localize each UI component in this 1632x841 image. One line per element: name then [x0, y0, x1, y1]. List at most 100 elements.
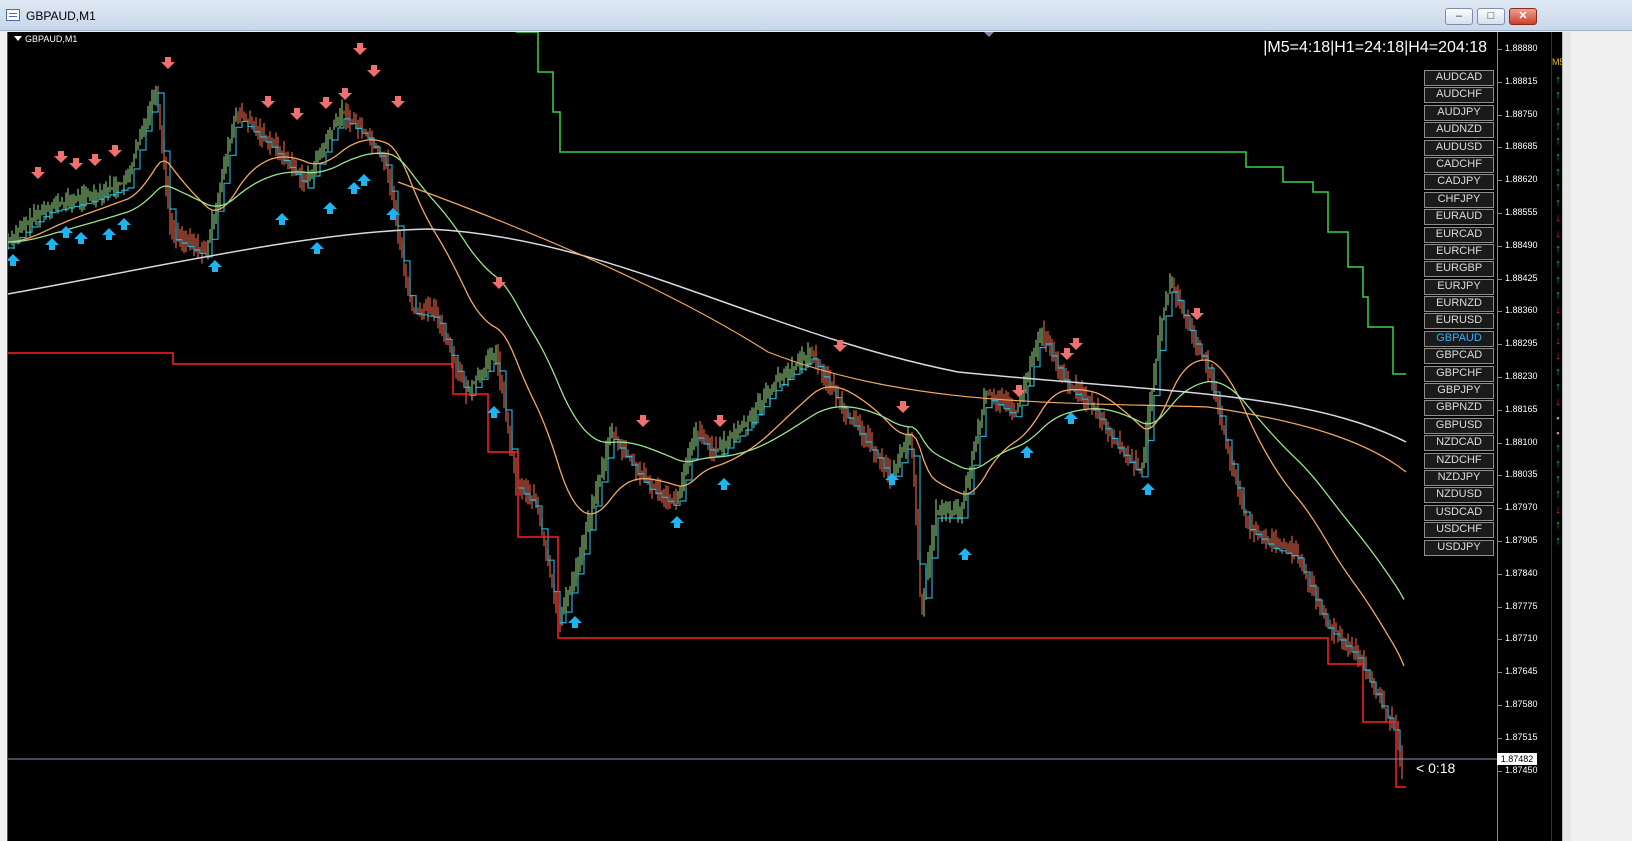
symbol-button-nzdchf[interactable]: NZDCHF	[1424, 452, 1494, 469]
buy-signal-arrow-icon	[1141, 483, 1155, 495]
vertical-scrollbar[interactable]	[1562, 32, 1571, 841]
sell-signal-arrow-icon	[69, 158, 83, 170]
price-chart[interactable]: GBPAUD,M1 |M5=4:18|H1=24:18|H4=204:18 < …	[7, 32, 1559, 841]
chart-shift-marker-icon	[984, 32, 994, 37]
sell-signal-arrow-icon	[367, 65, 381, 77]
sell-signal-arrow-icon	[31, 167, 45, 179]
buy-signal-arrow-icon	[275, 213, 289, 225]
moving-average-long	[397, 181, 1407, 473]
price-tick-label: 1.87710	[1498, 633, 1538, 644]
buy-signal-arrow-icon	[670, 516, 684, 528]
sell-signal-arrow-icon	[338, 88, 352, 100]
price-tick-label: 1.87775	[1498, 600, 1538, 611]
sell-signal-arrow-icon	[290, 108, 304, 120]
symbol-button-audjpy[interactable]: AUDJPY	[1424, 104, 1494, 121]
price-tick-label: 1.87450	[1498, 764, 1538, 775]
symbol-button-gbpnzd[interactable]: GBPNZD	[1424, 400, 1494, 417]
price-tick-label: 1.88230	[1498, 371, 1538, 381]
buy-signal-arrow-icon	[323, 202, 337, 214]
symbol-button-eurcad[interactable]: EURCAD	[1424, 226, 1494, 243]
price-tick-label: 1.88100	[1498, 436, 1538, 447]
price-tick-label: 1.88425	[1498, 272, 1538, 283]
buy-signal-arrow-icon	[74, 232, 88, 244]
buy-signal-arrow-icon	[357, 174, 371, 186]
chart-canvas[interactable]	[8, 32, 1497, 841]
buy-signal-arrow-icon	[568, 616, 582, 628]
symbol-button-audcad[interactable]: AUDCAD	[1424, 70, 1494, 86]
chart-symbol-label[interactable]: GBPAUD,M1	[14, 34, 77, 44]
symbol-button-gbpcad[interactable]: GBPCAD	[1424, 348, 1494, 365]
chart-window-icon	[6, 9, 20, 21]
buy-signal-arrow-icon	[59, 226, 73, 238]
symbol-button-eurchf[interactable]: EURCHF	[1424, 243, 1494, 260]
minimize-button[interactable]: –	[1445, 8, 1473, 25]
price-tick-label: 1.87840	[1498, 567, 1538, 578]
symbol-button-eurnzd[interactable]: EURNZD	[1424, 296, 1494, 313]
symbol-button-chfjpy[interactable]: CHFJPY	[1424, 191, 1494, 208]
symbol-button-nzdjpy[interactable]: NZDJPY	[1424, 469, 1494, 486]
symbol-button-cadchf[interactable]: CADCHF	[1424, 156, 1494, 173]
price-tick-label: 1.88815	[1498, 75, 1538, 86]
buy-signal-arrow-icon	[45, 238, 59, 250]
maximize-button[interactable]: □	[1477, 8, 1505, 25]
price-tick-label: 1.87970	[1498, 502, 1538, 513]
price-tick-label: 1.87580	[1498, 699, 1538, 709]
price-tick-label: 1.87905	[1498, 535, 1538, 545]
buy-signal-arrow-icon	[117, 218, 131, 230]
sell-signal-arrow-icon	[108, 145, 122, 157]
sell-signal-arrow-icon	[896, 401, 910, 413]
buy-signal-arrow-icon	[208, 260, 222, 272]
price-tick-label: 1.88620	[1498, 174, 1538, 185]
current-price-label: 1.87482	[1497, 753, 1537, 765]
symbol-button-gbpaud[interactable]: GBPAUD	[1424, 330, 1494, 347]
sell-signal-arrow-icon	[391, 96, 405, 108]
symbol-button-usdjpy[interactable]: USDJPY	[1424, 539, 1494, 556]
window-title: GBPAUD,M1	[26, 9, 96, 23]
buy-signal-arrow-icon	[885, 473, 899, 485]
symbol-button-eurusd[interactable]: EURUSD	[1424, 313, 1494, 330]
price-tick-label: 1.88750	[1498, 108, 1538, 119]
price-tick-label: 1.88490	[1498, 239, 1538, 250]
sell-signal-arrow-icon	[492, 277, 506, 289]
symbol-button-usdcad[interactable]: USDCAD	[1424, 504, 1494, 521]
symbol-button-audusd[interactable]: AUDUSD	[1424, 139, 1494, 156]
symbol-button-audnzd[interactable]: AUDNZD	[1424, 122, 1494, 139]
buy-signal-arrow-icon	[8, 254, 20, 266]
symbol-button-euraud[interactable]: EURAUD	[1424, 209, 1494, 226]
symbol-button-gbpusd[interactable]: GBPUSD	[1424, 417, 1494, 434]
bar-countdown: < 0:18	[1416, 760, 1456, 776]
buy-signal-arrow-icon	[310, 242, 324, 254]
price-tick-label: 1.88685	[1498, 141, 1538, 152]
sell-signal-arrow-icon	[54, 151, 68, 163]
symbol-button-eurjpy[interactable]: EURJPY	[1424, 278, 1494, 295]
price-tick-label: 1.87645	[1498, 666, 1538, 677]
price-tick-label: 1.88555	[1498, 207, 1538, 217]
sell-signal-arrow-icon	[161, 57, 175, 69]
sell-signal-arrow-icon	[261, 96, 275, 108]
symbol-button-cadjpy[interactable]: CADJPY	[1424, 174, 1494, 191]
symbol-switcher-panel: AUDCAD AUDCHF AUDJPY AUDNZD AUDUSD CADCHF CADJ…	[1424, 70, 1494, 557]
symbol-button-nzdcad[interactable]: NZDCAD	[1424, 435, 1494, 452]
price-tick-label: 1.88035	[1498, 469, 1538, 480]
symbol-button-gbpjpy[interactable]: GBPJPY	[1424, 383, 1494, 400]
price-tick-label: 1.88165	[1498, 403, 1538, 414]
buy-signal-arrow-icon	[102, 228, 116, 240]
symbol-button-audchf[interactable]: AUDCHF	[1424, 87, 1494, 104]
sell-signal-arrow-icon	[636, 415, 650, 427]
symbol-button-eurgbp[interactable]: EURGBP	[1424, 261, 1494, 278]
sell-signal-arrow-icon	[1060, 348, 1074, 360]
sell-signal-arrow-icon	[319, 97, 333, 109]
close-button[interactable]: ✕	[1509, 8, 1537, 25]
sell-signal-arrow-icon	[353, 43, 367, 55]
window-titlebar: GBPAUD,M1 – □ ✕	[0, 0, 1632, 31]
price-tick-label: 1.87515	[1498, 731, 1538, 742]
buy-signal-arrow-icon	[717, 478, 731, 490]
symbol-button-nzdusd[interactable]: NZDUSD	[1424, 487, 1494, 504]
price-tick-label: 1.88880	[1498, 43, 1538, 53]
symbol-button-usdchf[interactable]: USDCHF	[1424, 522, 1494, 539]
symbol-button-gbpchf[interactable]: GBPCHF	[1424, 365, 1494, 382]
sell-signal-arrow-icon	[833, 340, 847, 352]
sell-signal-arrow-icon	[88, 154, 102, 166]
timeframe-timer: |M5=4:18|H1=24:18|H4=204:18	[1263, 39, 1487, 56]
step-indicator-line	[8, 92, 1401, 752]
